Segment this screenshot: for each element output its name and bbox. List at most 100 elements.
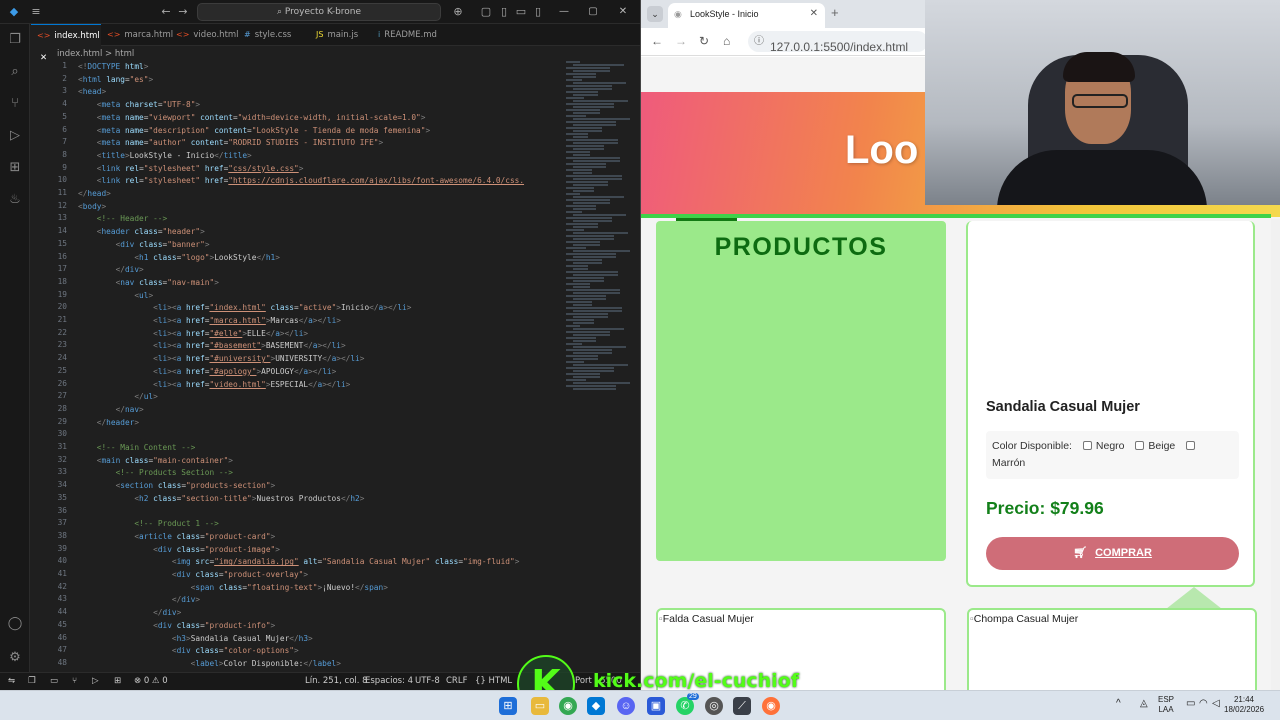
copy-icon[interactable]: ❐ xyxy=(28,676,36,686)
code-line: <h2 class="section-title">Nuestros Produ… xyxy=(134,493,365,503)
page-scrollbar[interactable] xyxy=(1271,219,1280,690)
account-icon[interactable]: ◯ xyxy=(7,616,23,632)
home-icon[interactable]: ⌂ xyxy=(723,34,730,48)
toggle-panel-icon[interactable]: ▭ xyxy=(513,4,529,20)
firefox-icon[interactable]: ◉ xyxy=(762,697,780,715)
settings-icon[interactable]: ⚙ xyxy=(7,650,23,666)
wifi-icon[interactable]: ◠ xyxy=(1199,699,1208,709)
color-checkbox-negro[interactable] xyxy=(1082,441,1092,450)
run-debug-icon[interactable]: ▷ xyxy=(7,128,23,144)
discord-icon[interactable]: ☺ xyxy=(617,697,635,715)
search-icon[interactable]: ⌕ xyxy=(7,64,23,80)
branch-icon[interactable]: ⑂ xyxy=(72,676,77,686)
tab-label: video.html xyxy=(193,30,239,40)
explorer-icon[interactable]: ❐ xyxy=(7,32,23,48)
forward-arrow-icon[interactable]: → xyxy=(175,4,191,20)
toggle-sidebar-icon[interactable]: ▯ xyxy=(496,4,512,20)
back-arrow-icon[interactable]: ← xyxy=(158,4,174,20)
copilot-icon[interactable]: ⊕ xyxy=(450,4,466,20)
minimap-line xyxy=(566,367,614,369)
tab-style-css[interactable]: # style.css xyxy=(238,24,310,46)
browser-tab[interactable]: ◉ LookStyle - Inicio ✕ xyxy=(668,3,825,28)
tab-main-js[interactable]: JS main.js xyxy=(310,24,372,46)
minimap-line xyxy=(573,196,624,198)
chrome-icon[interactable]: ◉ xyxy=(559,697,577,715)
feather-app-icon[interactable]: ⟋ xyxy=(733,697,751,715)
color-checkbox-beige[interactable] xyxy=(1135,441,1145,450)
minimap[interactable] xyxy=(566,61,632,401)
source-control-icon[interactable]: ⑂ xyxy=(7,96,23,112)
minimap-line xyxy=(573,118,630,120)
tab-label: index.html xyxy=(54,31,100,41)
minimap-line xyxy=(573,280,604,282)
buy-button[interactable]: 🛒︎ COMPRAR xyxy=(986,537,1239,570)
minimap-line xyxy=(573,148,604,150)
display-icon[interactable]: ▭ xyxy=(1186,699,1195,709)
tab-video-html[interactable]: <> video.html xyxy=(170,24,239,46)
tab-index-html[interactable]: <> index.html ✕ xyxy=(31,24,101,63)
encoding[interactable]: UTF-8 xyxy=(415,676,440,686)
line-number: 3 xyxy=(62,86,67,96)
maximize-icon[interactable]: ▢ xyxy=(584,4,602,20)
reload-icon[interactable]: ↻ xyxy=(699,34,709,48)
minimap-line xyxy=(566,241,600,243)
minimap-line xyxy=(566,307,622,309)
clock[interactable]: 21:44 18/02/2026 xyxy=(1224,695,1264,715)
input-language[interactable]: ESP LAA xyxy=(1158,695,1174,715)
obs-icon[interactable]: ◎ xyxy=(705,697,723,715)
code-line: <li><a href="video.html">ESPECIAL</a></l… xyxy=(153,379,351,389)
tab-marca-html[interactable]: <> marca.html xyxy=(101,24,173,46)
file-type-icon: <> xyxy=(107,30,121,39)
back-icon[interactable]: ← xyxy=(651,34,663,48)
forward-icon[interactable]: → xyxy=(675,34,687,48)
minimap-line xyxy=(566,277,604,279)
title-bar: ◆ ≡ ← → ⌕ Proyecto K-brone ⊕ ▢ ▯ ▭ ▯ — ▢… xyxy=(0,0,640,24)
line-number: 26 xyxy=(57,378,67,388)
extensions-icon[interactable]: ⊞ xyxy=(7,160,23,176)
minimap-line xyxy=(573,388,616,390)
workspace-name: Proyecto K-brone xyxy=(284,7,362,17)
menu-icon[interactable]: ≡ xyxy=(28,4,44,20)
start-menu-icon[interactable]: ⊞ xyxy=(499,697,517,715)
network-icon[interactable]: ◬ xyxy=(1140,699,1148,709)
minimap-line xyxy=(566,91,598,93)
vscode-taskbar-icon[interactable]: ◆ xyxy=(587,697,605,715)
vscode-window: ◆ ≡ ← → ⌕ Proyecto K-brone ⊕ ▢ ▯ ▭ ▯ — ▢… xyxy=(0,0,640,690)
minimap-line xyxy=(573,226,598,228)
problems-count[interactable]: ⊗ 0 ⚠ 0 xyxy=(134,676,168,686)
breadcrumb[interactable]: index.html > html xyxy=(31,47,640,61)
minimap-line xyxy=(566,325,580,327)
extension-status-icon[interactable]: ⊞ xyxy=(114,676,121,686)
file-explorer-icon[interactable]: ▭ xyxy=(531,697,549,715)
code-editor[interactable]: <!DOCTYPE html> <html lang="es"> <head> … xyxy=(78,61,564,672)
volume-icon[interactable]: ◁ xyxy=(1212,699,1220,709)
layout-icon[interactable]: ▢ xyxy=(478,4,494,20)
minimap-line xyxy=(573,124,616,126)
minimap-line xyxy=(573,358,598,360)
remote-icon[interactable]: ⇋ xyxy=(8,676,15,686)
tab-search-dropdown-icon[interactable]: ⌄ xyxy=(647,6,663,22)
tray-chevron-icon[interactable]: ^ xyxy=(1116,699,1121,709)
tab-README-md[interactable]: i README.md xyxy=(372,24,452,46)
new-tab-icon[interactable]: + xyxy=(831,5,839,20)
run-icon[interactable]: ▷ xyxy=(92,676,99,686)
app-icon[interactable]: ▣ xyxy=(647,697,665,715)
line-number: 22 xyxy=(57,327,67,337)
code-line: <header class="header"> xyxy=(96,227,205,237)
minimap-line xyxy=(566,73,596,75)
minimize-icon[interactable]: — xyxy=(555,4,573,20)
code-line: <title>LookStyle - Inicio</title> xyxy=(96,150,252,160)
minimap-line xyxy=(573,208,596,210)
address-bar[interactable]: ⓘ 127.0.0.1:5500/index.html xyxy=(748,31,928,54)
language-mode[interactable]: {} HTML xyxy=(475,676,512,686)
end-of-line[interactable]: CRLF xyxy=(446,676,467,686)
indentation[interactable]: Espacios: 4 xyxy=(365,676,413,686)
color-checkbox-marron[interactable] xyxy=(1186,441,1196,450)
command-center-search[interactable]: ⌕ Proyecto K-brone xyxy=(197,3,441,21)
toggle-secondary-icon[interactable]: ▯ xyxy=(530,4,546,20)
close-icon[interactable]: ✕ xyxy=(614,4,632,20)
folder-icon[interactable]: ▭ xyxy=(50,676,58,686)
close-tab-icon[interactable]: ✕ xyxy=(810,3,818,25)
python-icon[interactable]: ♨ xyxy=(7,192,23,208)
cursor-position[interactable]: Lín. 251, col. 8 xyxy=(305,676,368,686)
